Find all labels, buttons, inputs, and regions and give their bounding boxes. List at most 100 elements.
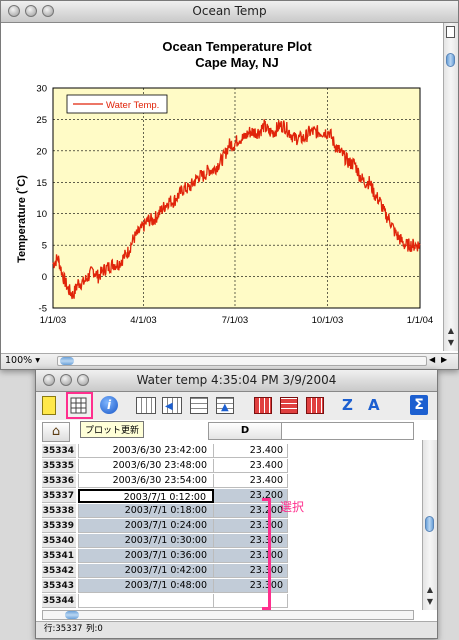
scroll-down-arrow-icon[interactable]: ▼ [444, 337, 458, 349]
row-number[interactable]: 35339 [42, 519, 76, 533]
row-number[interactable]: 35337 [42, 489, 76, 503]
value-cell[interactable] [214, 594, 288, 608]
window-controls [8, 5, 54, 17]
value-cell[interactable]: 23.100 [214, 549, 288, 563]
zoom-button[interactable] [42, 5, 54, 17]
chart-vertical-scrollbar[interactable]: ▲ ▼ [443, 23, 458, 351]
chart-title: Ocean Temperature Plot [162, 39, 312, 54]
row-number[interactable]: 35334 [42, 444, 76, 458]
row-number[interactable]: 35342 [42, 564, 76, 578]
value-cell[interactable]: 23.200 [214, 489, 288, 503]
notepad-icon[interactable] [42, 396, 56, 415]
column-header-D[interactable]: D [208, 422, 282, 440]
value-cell[interactable]: 23.200 [214, 504, 288, 518]
insert-row-icon[interactable] [190, 397, 208, 414]
y-tick-label: 20 [36, 146, 47, 157]
y-tick-label: 15 [36, 178, 47, 189]
timestamp-cell[interactable]: 2003/6/30 23:42:00 [78, 444, 214, 458]
timestamp-cell[interactable]: 2003/6/30 23:48:00 [78, 459, 214, 473]
tooltip: プロット更新 [80, 421, 145, 438]
value-cell[interactable]: 23.400 [214, 444, 288, 458]
table-window: Water temp 4:35:04 PM 3/9/2004 i ◀ ▲ Z A… [35, 369, 438, 639]
horizontal-scroll-thumb[interactable] [65, 611, 79, 619]
toolbar: i ◀ ▲ Z A Σ [36, 392, 437, 420]
value-cell[interactable]: 23.400 [214, 459, 288, 473]
timestamp-cell[interactable]: 2003/7/1 0:24:00 [78, 519, 214, 533]
row-number[interactable]: 35343 [42, 579, 76, 593]
window-controls [43, 374, 89, 386]
minimize-button[interactable] [25, 5, 37, 17]
zoom-button[interactable] [77, 374, 89, 386]
timestamp-cell[interactable]: 2003/7/1 0:42:00 [78, 564, 214, 578]
scroll-up-arrow-icon[interactable]: ▲ [423, 584, 437, 596]
chart-scroll-thumb[interactable] [446, 53, 455, 67]
table-window-title: Water temp 4:35:04 PM 3/9/2004 [136, 373, 337, 387]
x-tick-label: 1/1/04 [407, 315, 433, 326]
scroll-right-arrow-icon[interactable]: ▶ [441, 355, 447, 364]
table-horizontal-scrollbar[interactable] [42, 610, 414, 620]
status-row: 行:35337 [44, 624, 83, 634]
row-number[interactable]: 35340 [42, 534, 76, 548]
table-window-titlebar[interactable]: Water temp 4:35:04 PM 3/9/2004 [36, 370, 437, 392]
value-cell[interactable]: 23.300 [214, 519, 288, 533]
red-grid-icon-1[interactable] [254, 397, 272, 414]
value-cell[interactable]: 23.400 [214, 474, 288, 488]
sum-icon[interactable]: Σ [410, 395, 428, 415]
move-column-left-icon[interactable]: ◀ [162, 397, 182, 414]
minimize-button[interactable] [60, 374, 72, 386]
x-tick-labels: 1/1/03 4/1/03 7/1/03 10/1/03 1/1/04 [40, 315, 433, 326]
y-tick-label: 30 [36, 84, 47, 95]
info-icon[interactable]: i [100, 396, 118, 414]
row-number[interactable]: 35338 [42, 504, 76, 518]
red-grid-icon-2[interactable] [280, 397, 298, 414]
y-tick-label: 5 [42, 241, 47, 252]
value-cell[interactable]: 23.300 [214, 534, 288, 548]
selection-bracket [262, 498, 271, 610]
scroll-down-arrow-icon[interactable]: ▼ [423, 596, 437, 608]
sort-ascending-icon[interactable]: A [368, 395, 388, 415]
horizontal-scroll-thumb[interactable] [60, 357, 74, 365]
row-number[interactable]: 35344 [42, 594, 76, 608]
insert-column-icon[interactable] [136, 397, 156, 414]
value-cell[interactable]: 23.300 [214, 564, 288, 578]
timestamp-cell[interactable]: 2003/7/1 0:48:00 [78, 579, 214, 593]
table-vertical-scrollbar[interactable]: ▲ ▼ [422, 440, 437, 610]
sort-descending-icon[interactable]: Z [342, 395, 362, 415]
x-tick-label: 4/1/03 [130, 315, 156, 326]
scroll-up-arrow-icon[interactable]: ▲ [444, 325, 458, 337]
y-tick-label: 0 [42, 272, 47, 283]
horizontal-scrollbar[interactable] [57, 356, 427, 366]
row-number[interactable]: 35336 [42, 474, 76, 488]
close-button[interactable] [43, 374, 55, 386]
split-handle-icon[interactable] [446, 26, 455, 38]
move-row-up-icon[interactable]: ▲ [216, 397, 234, 414]
update-plot-button[interactable] [66, 392, 93, 419]
red-grid-icon-3[interactable] [306, 397, 324, 414]
chart-subtitle: Cape May, NJ [195, 55, 279, 70]
timestamp-cell[interactable] [78, 594, 214, 608]
row-number[interactable]: 35335 [42, 459, 76, 473]
home-icon[interactable]: ⌂ [42, 422, 70, 442]
table-scroll-thumb[interactable] [425, 516, 434, 532]
scroll-left-arrow-icon[interactable]: ◀ [429, 355, 435, 364]
chart-window-titlebar[interactable]: Ocean Temp [1, 1, 458, 23]
timestamp-cell[interactable]: 2003/7/1 0:30:00 [78, 534, 214, 548]
x-tick-label: 7/1/03 [222, 315, 248, 326]
data-table: 35334 2003/6/30 23:42:00 23.400 35335 2003/6… [42, 444, 414, 610]
close-button[interactable] [8, 5, 20, 17]
y-axis-label: Temperature (˚C) [16, 175, 28, 263]
timestamp-cell[interactable]: 2003/6/30 23:54:00 [78, 474, 214, 488]
chart-bottom-bar: 100% ▾ ◀ ▶ [1, 353, 458, 369]
timestamp-cell[interactable]: 2003/7/1 0:36:00 [78, 549, 214, 563]
selection-annotation: 選択 [280, 500, 305, 514]
value-cell[interactable]: 23.300 [214, 579, 288, 593]
zoom-popup[interactable]: 100% ▾ [5, 355, 40, 366]
y-tick-label: 10 [36, 209, 47, 220]
timestamp-cell[interactable]: 2003/7/1 0:18:00 [78, 504, 214, 518]
row-number[interactable]: 35341 [42, 549, 76, 563]
y-tick-label: 25 [36, 115, 47, 126]
x-tick-label: 1/1/03 [40, 315, 66, 326]
chart-window-title: Ocean Temp [192, 4, 267, 18]
timestamp-cell[interactable]: 2003/7/1 0:12:00 [78, 489, 214, 503]
legend-label: Water Temp. [106, 100, 159, 111]
